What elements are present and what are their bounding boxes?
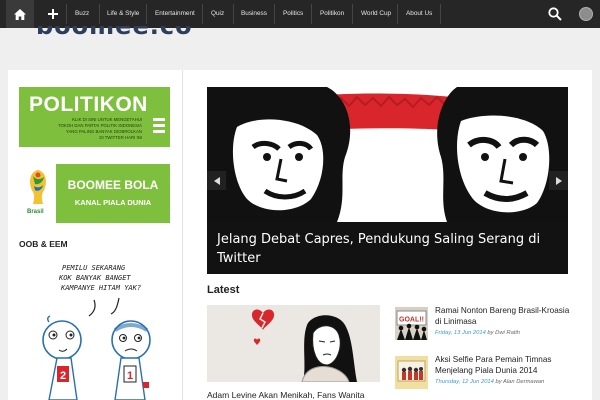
nav-divider xyxy=(440,4,441,24)
svg-text:♥: ♥ xyxy=(253,338,261,348)
politikon-line: YANG PALING BANYAK DIOBROLKAN xyxy=(65,129,142,134)
top-navigation-bar: Buzz Life & Style Entertainment Quiz Bus… xyxy=(0,0,600,28)
menu-icon xyxy=(153,124,165,127)
comic-number-2: 2 xyxy=(60,370,66,382)
nav-divider xyxy=(397,4,398,24)
feature-illustration: ♥ xyxy=(207,305,380,382)
search-button[interactable] xyxy=(548,6,564,22)
comic-strip[interactable]: PEMILU SEKARANG KOK BANYAK BANGET KAMPAN… xyxy=(19,258,170,400)
nav-item-buzz[interactable]: Buzz xyxy=(75,0,89,28)
comic-number-1: 1 xyxy=(127,370,133,382)
nav-item-about-us[interactable]: About Us xyxy=(406,0,432,28)
search-icon xyxy=(548,7,562,21)
news-thumbnail[interactable] xyxy=(395,356,428,389)
slider-prev-button[interactable] xyxy=(207,171,226,190)
news-thumbnail[interactable]: GOAL!! xyxy=(395,307,428,340)
bola-title: BOOMEE BOLA xyxy=(67,178,159,192)
news-by: by xyxy=(493,379,504,385)
latest-feature-title[interactable]: Adam Levine Akan Menikah, Fans Wanita xyxy=(207,390,382,400)
world-cup-logo-icon xyxy=(30,170,46,204)
list-item[interactable]: Aksi Selfie Para Pemain Timnas Menjelang… xyxy=(395,354,575,396)
news-author[interactable]: Dwi Ratih xyxy=(495,330,520,336)
news-meta: Thursday, 12 Jun 2014 by Alan Dermawan xyxy=(435,379,544,385)
menu-icon xyxy=(153,130,165,133)
home-button[interactable] xyxy=(6,0,34,28)
nav-item-politikon[interactable]: Politikon xyxy=(320,0,344,28)
latest-heading: Latest xyxy=(207,284,240,296)
news-date: Friday, 13 Jun 2014 xyxy=(435,330,486,336)
featured-slider[interactable]: Jelang Debat Capres, Pendukung Saling Se… xyxy=(207,87,568,274)
nav-divider xyxy=(99,4,100,24)
latest-feature-image[interactable]: ♥ xyxy=(207,305,380,382)
nav-item-quiz[interactable]: Quiz xyxy=(211,0,224,28)
brasil-label: Brasil xyxy=(27,209,44,215)
nav-item-life-style[interactable]: Life & Style xyxy=(107,0,139,28)
sidebar-divider xyxy=(182,70,183,400)
news-author[interactable]: Alan Dermawan xyxy=(503,379,544,385)
news-date: Thursday, 12 Jun 2014 xyxy=(435,379,494,385)
list-item[interactable]: GOAL!! Ramai Nonton Bareng Brasil-Kroasi… xyxy=(395,305,575,347)
nav-item-politics[interactable]: Politics xyxy=(283,0,303,28)
thumbnail-image xyxy=(395,356,428,389)
nav-divider xyxy=(233,4,234,24)
comic-characters: 2 1 xyxy=(42,297,151,400)
politikon-title: POLITIKON xyxy=(29,93,148,116)
news-meta: Friday, 13 Jun 2014 by Dwi Ratih xyxy=(435,330,520,336)
bola-subtitle: KANAL PIALA DUNIA xyxy=(74,198,152,207)
thumbnail-image: GOAL!! xyxy=(395,307,428,340)
home-icon xyxy=(14,8,26,20)
politikon-line: TOKOH DAN PARTAI POLITIK INDONESIA xyxy=(58,123,142,128)
news-by: by xyxy=(485,330,496,336)
politikon-banner[interactable]: POLITIKON KLIK DI SINI UNTUK MENGETAHUI … xyxy=(19,87,170,147)
news-title[interactable]: Aksi Selfie Para Pemain Timnas Menjelang… xyxy=(435,354,575,376)
arrow-right-icon xyxy=(555,176,562,185)
plus-icon xyxy=(48,9,58,19)
arrow-left-icon xyxy=(213,176,220,185)
news-title[interactable]: Ramai Nonton Bareng Brasil-Kroasia di Li… xyxy=(435,305,575,327)
menu-icon xyxy=(153,118,165,121)
nav-divider xyxy=(311,4,312,24)
nav-divider xyxy=(202,4,203,24)
nav-divider xyxy=(352,4,353,24)
nav-divider xyxy=(146,4,147,24)
slider-caption[interactable]: Jelang Debat Capres, Pendukung Saling Se… xyxy=(217,230,562,268)
nav-divider xyxy=(66,4,67,24)
user-avatar[interactable] xyxy=(579,7,593,21)
bola-banner-text-area: BOOMEE BOLA KANAL PIALA DUNIA xyxy=(56,164,170,223)
politikon-line: DI TWITTER HARI INI xyxy=(99,135,142,140)
add-button[interactable] xyxy=(38,0,68,28)
nav-divider xyxy=(274,4,275,24)
logo-text: boomee.co xyxy=(36,26,193,40)
sidebar-section-heading: OOB & EEM xyxy=(19,239,68,249)
header: boomee.co xyxy=(0,26,600,70)
politikon-line: KLIK DI SINI UNTUK MENGETAHUI xyxy=(72,117,142,122)
site-logo[interactable]: boomee.co xyxy=(36,26,193,48)
nav-item-entertainment[interactable]: Entertainment xyxy=(155,0,195,28)
nav-item-business[interactable]: Business xyxy=(241,0,267,28)
slider-next-button[interactable] xyxy=(549,171,568,190)
nav-item-world-cup[interactable]: World Cup xyxy=(361,0,391,28)
boomee-bola-banner[interactable]: Brasil BOOMEE BOLA KANAL PIALA DUNIA xyxy=(19,164,170,223)
goal-text: GOAL!! xyxy=(399,317,424,324)
